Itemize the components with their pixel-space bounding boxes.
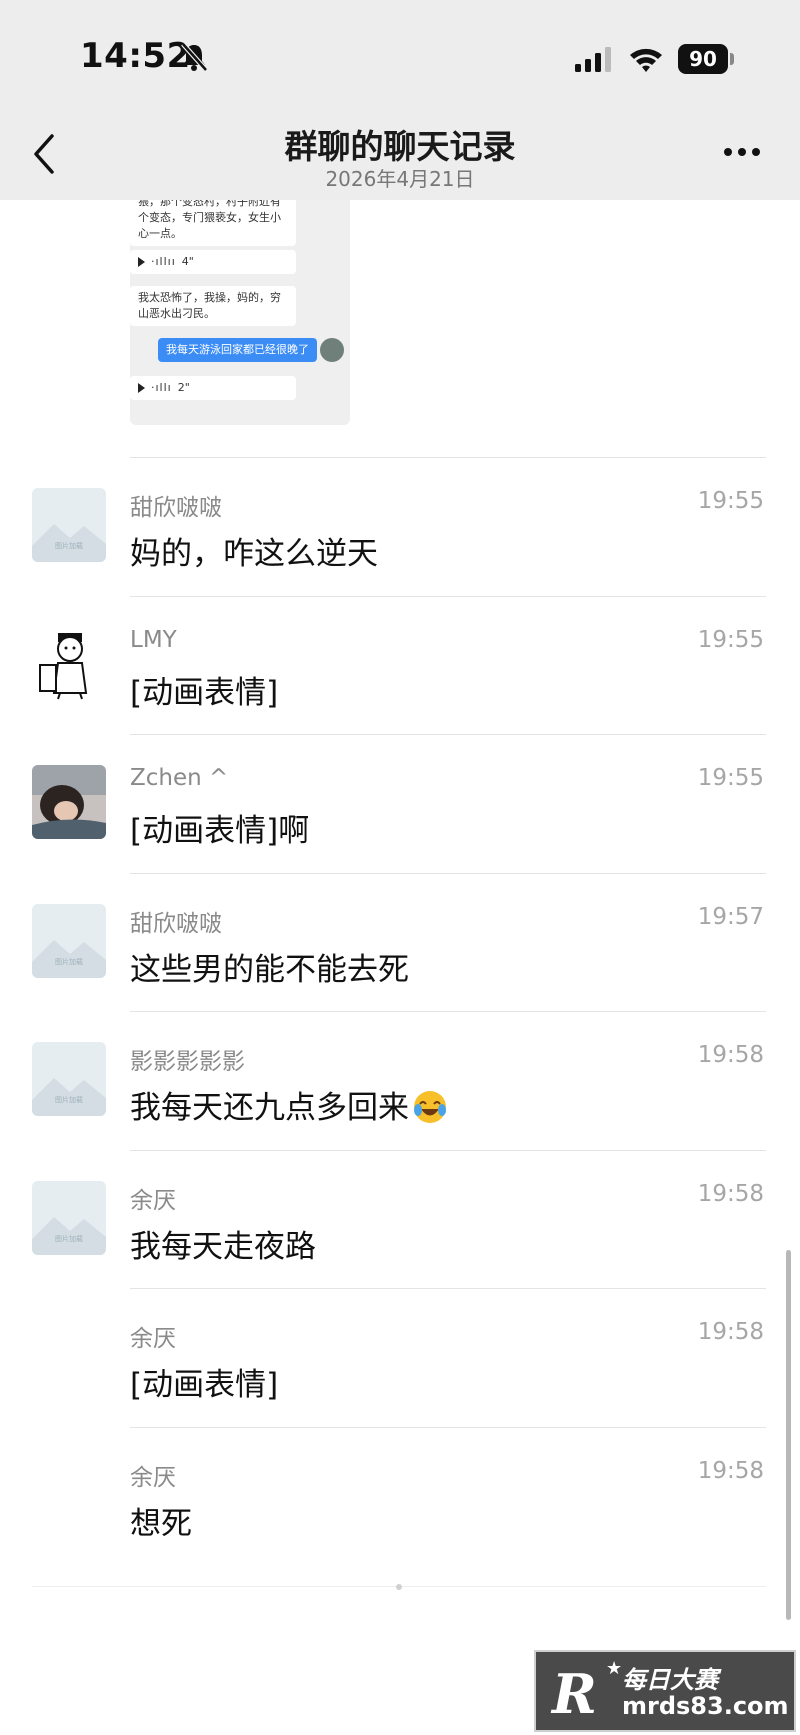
preview-voice-message: ·ıllıı 4" (130, 250, 296, 274)
sender-name: Zchen ^ (130, 765, 229, 791)
preview-message: 我太恐怖了，我操，妈的，穷山恶水出刁民。 (130, 286, 296, 326)
battery-nub (730, 53, 734, 65)
avatar (320, 338, 344, 362)
message-text: [动画表情] (130, 1367, 279, 1403)
more-options-icon[interactable] (722, 146, 762, 158)
play-icon (138, 383, 145, 393)
svg-text:图片加载: 图片加载 (55, 541, 83, 550)
sender-name: 甜欣啵啵 (130, 495, 222, 521)
scrollbar[interactable] (786, 1250, 791, 1620)
message-row[interactable]: 图片加载 影影影影影 19:58 我每天还九点多回来 (0, 1012, 800, 1150)
sender-name: 甜欣啵啵 (130, 911, 222, 937)
message-time: 19:55 (697, 765, 764, 791)
avatar-placeholder-icon: 图片加载 (32, 1181, 106, 1255)
sender-name: 余厌 (130, 1465, 176, 1491)
message-text: [动画表情] (130, 675, 279, 711)
message-row[interactable]: 图片加载 甜欣啵啵 19:55 妈的，咋这么逆天 (0, 458, 800, 596)
message-time: 19:55 (697, 627, 764, 653)
sender-name: 影影影影影 (130, 1049, 245, 1075)
message-row[interactable]: Zchen ^ 19:55 [动画表情]啊 (0, 735, 800, 873)
cellular-signal-icon (575, 47, 611, 72)
svg-text:图片加载: 图片加载 (55, 1095, 83, 1104)
watermark-logo: R ★ 每日大赛 mrds83.com (534, 1650, 796, 1732)
watermark-text: 每日大赛 (622, 1666, 718, 1694)
message-text: 妈的，咋这么逆天 (130, 536, 378, 572)
page-date: 2026年4月21日 (325, 167, 475, 191)
watermark-url: mrds83.com (622, 1692, 789, 1720)
sender-name: 余厌 (130, 1188, 176, 1214)
message-time: 19:58 (697, 1458, 764, 1484)
watermark-letter: R (552, 1662, 597, 1726)
wifi-icon (630, 48, 662, 72)
message-row[interactable]: 余厌 19:58 [动画表情] (0, 1289, 800, 1427)
status-time: 14:52 (80, 36, 191, 76)
svg-text:图片加载: 图片加载 (55, 1234, 83, 1243)
avatar-placeholder-icon: 图片加载 (32, 904, 106, 978)
message-text: 想死 (130, 1506, 192, 1542)
message-text: 我每天还九点多回来 (130, 1082, 449, 1127)
message-time: 19:58 (697, 1042, 764, 1068)
preview-sent-message: 我每天游泳回家都已经很晚了 (158, 338, 317, 362)
screenshot-preview[interactable]: 猥，那个变态村，村子附近有个变态，专门猥亵女，女生小心一点。 ·ıllıı 4"… (130, 190, 350, 425)
voice-duration: 4" (181, 255, 194, 268)
top-bar: 14:52 90 群聊的聊天记录 2026年4月21日 (0, 0, 800, 200)
avatar-placeholder-icon: 图片加载 (32, 488, 106, 562)
message-text-content: 我每天还九点多回来 (130, 1090, 409, 1126)
sender-name: 余厌 (130, 1326, 176, 1352)
message-row[interactable]: LMY 19:55 [动画表情] (0, 597, 800, 735)
voice-duration: 2" (177, 381, 190, 394)
battery-indicator: 90 (678, 44, 728, 74)
message-time: 19:58 (697, 1319, 764, 1345)
message-time: 19:55 (697, 488, 764, 514)
star-icon: ★ (606, 1658, 623, 1679)
preview-voice-message: ·ıllı 2" (130, 376, 296, 400)
message-row[interactable]: 图片加载 余厌 19:58 我每天走夜路 (0, 1151, 800, 1289)
message-time: 19:58 (697, 1181, 764, 1207)
message-text: [动画表情]啊 (130, 813, 310, 849)
waveform-icon: ·ıllıı (151, 255, 176, 268)
message-text: 我每天走夜路 (130, 1229, 316, 1265)
message-row[interactable]: 余厌 19:58 想死 (0, 1428, 800, 1566)
end-dot (396, 1584, 402, 1590)
cartoon-avatar-icon (32, 627, 106, 701)
crying-laughing-emoji-icon (414, 1091, 446, 1123)
message-row[interactable]: 图片加载 甜欣啵啵 19:57 这些男的能不能去死 (0, 874, 800, 1012)
svg-text:图片加载: 图片加载 (55, 957, 83, 966)
photo-avatar-icon (32, 765, 106, 839)
message-text: 这些男的能不能去死 (130, 952, 409, 988)
play-icon (138, 257, 145, 267)
page-title: 群聊的聊天记录 (284, 127, 516, 166)
message-time: 19:57 (697, 904, 764, 930)
avatar-placeholder-icon: 图片加载 (32, 1042, 106, 1116)
waveform-icon: ·ıllı (151, 381, 172, 394)
sender-name: LMY (130, 627, 177, 653)
bell-muted-icon (181, 42, 208, 72)
